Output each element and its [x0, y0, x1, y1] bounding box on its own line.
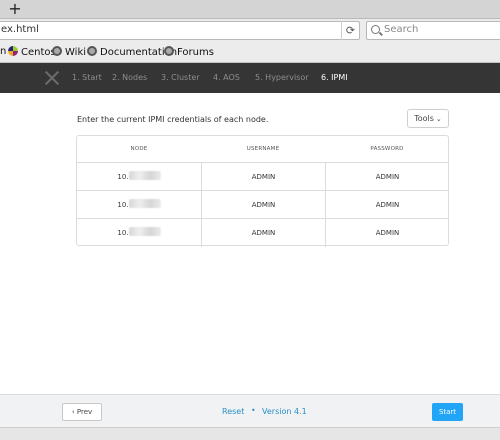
search-icon	[371, 25, 380, 34]
node-ip-cell: 10.	[77, 163, 201, 190]
header-username: USERNAME	[246, 146, 280, 152]
bookmark-wiki[interactable]: Wiki	[52, 46, 86, 58]
new-tab-button[interactable]: +	[6, 1, 24, 18]
username-field[interactable]: ADMIN	[201, 219, 325, 247]
password-field[interactable]: ADMIN	[325, 163, 449, 190]
instruction-text: Enter the current IPMI credentials of ea…	[77, 115, 269, 124]
redacted-ip	[128, 199, 161, 208]
step-start[interactable]: 1. Start	[72, 73, 102, 82]
password-field[interactable]: ADMIN	[325, 219, 449, 247]
search-placeholder: Search	[384, 24, 419, 35]
redacted-ip	[128, 227, 161, 236]
globe-icon	[164, 46, 174, 56]
step-ipmi[interactable]: 6. IPMI	[321, 73, 348, 82]
tools-label: Tools	[414, 114, 434, 123]
browser-nav-bar: ex.html ⟳ Search	[0, 19, 500, 43]
globe-icon	[52, 46, 62, 56]
ipmi-credentials-table: NODE USERNAME PASSWORD 10. ADMIN ADMIN 1…	[76, 135, 449, 247]
step-cluster[interactable]: 3. Cluster	[161, 73, 200, 82]
bookmark-partial[interactable]: n	[0, 46, 6, 57]
wizard-footer: ‹ Prev Reset • Version 4.1 Start	[0, 394, 500, 427]
separator-dot: •	[251, 406, 256, 415]
chevron-down-icon: ⌄	[435, 115, 442, 123]
password-field[interactable]: ADMIN	[325, 191, 449, 218]
node-ip-prefix: 10.	[117, 229, 129, 237]
globe-icon	[87, 46, 97, 56]
bookmark-forums[interactable]: Forums	[164, 46, 214, 58]
browser-tab-bar: +	[0, 0, 500, 19]
bookmark-label: n	[0, 46, 7, 57]
table-row: 10. ADMIN ADMIN	[77, 191, 448, 219]
node-ip-prefix: 10.	[117, 201, 129, 209]
header-password: PASSWORD	[370, 146, 404, 152]
prev-button[interactable]: ‹ Prev	[62, 403, 102, 421]
x-logo-icon	[44, 70, 60, 86]
node-ip-cell: 10.	[77, 219, 201, 247]
username-field[interactable]: ADMIN	[201, 163, 325, 190]
bookmark-centos[interactable]: Centos	[8, 46, 56, 58]
bookmark-label: Forums	[177, 47, 214, 58]
reload-icon[interactable]: ⟳	[341, 21, 359, 40]
redacted-ip	[128, 171, 161, 180]
step-nodes[interactable]: 2. Nodes	[112, 73, 147, 82]
wizard-header: 1. Start 2. Nodes 3. Cluster 4. AOS 5. H…	[0, 63, 500, 93]
node-ip-prefix: 10.	[117, 173, 129, 181]
step-hypervisor[interactable]: 5. Hypervisor	[255, 73, 309, 82]
bookmark-label: Wiki	[65, 47, 87, 58]
start-button[interactable]: Start	[432, 403, 463, 421]
version-link[interactable]: Version 4.1	[262, 407, 307, 416]
table-row: 10. ADMIN ADMIN	[77, 219, 448, 247]
table-row: 10. ADMIN ADMIN	[77, 163, 448, 191]
tools-dropdown-button[interactable]: Tools ⌄	[407, 109, 449, 128]
step-aos[interactable]: 4. AOS	[213, 73, 240, 82]
search-input[interactable]: Search	[366, 21, 500, 40]
bookmarks-bar: n Centos Wiki Documentation Forums	[0, 43, 500, 63]
centos-icon	[8, 46, 18, 56]
url-bar[interactable]: ex.html ⟳	[0, 21, 360, 40]
header-node: NODE	[130, 146, 148, 152]
url-text[interactable]: ex.html	[1, 24, 39, 35]
browser-bottom-bar	[0, 427, 500, 440]
username-field[interactable]: ADMIN	[201, 191, 325, 218]
reset-link[interactable]: Reset	[222, 407, 244, 416]
bookmark-label: Centos	[21, 47, 56, 58]
table-header: NODE USERNAME PASSWORD	[77, 136, 448, 163]
node-ip-cell: 10.	[77, 191, 201, 218]
